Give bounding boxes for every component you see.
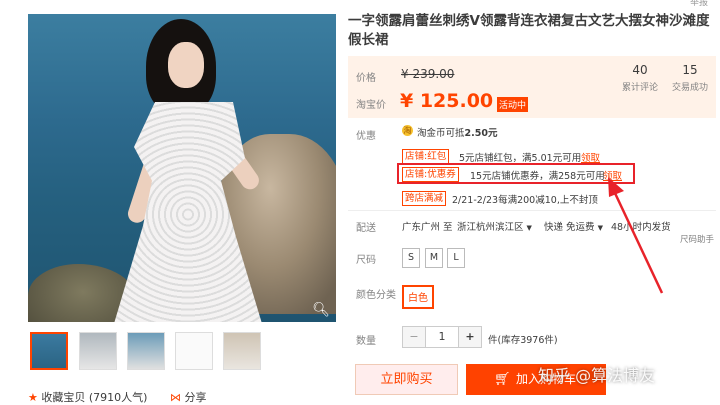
buy-now-button[interactable]: 立即购买 [355, 364, 458, 395]
coupon-tag-voucher: 店铺:优惠券 [402, 167, 459, 182]
thumbnail-3[interactable] [127, 332, 165, 370]
model-face [168, 42, 204, 88]
current-price: ¥ 125.00 [400, 90, 494, 112]
size-label: 尺码 [356, 255, 376, 266]
shipping-method-select[interactable]: 快递 免运费 ▼ [544, 219, 603, 233]
quantity-minus-button[interactable]: − [403, 327, 426, 347]
share-icon: ⋈ [170, 391, 181, 404]
annotation-arrow [608, 177, 664, 294]
taobao-price-label: 淘宝价 [356, 100, 386, 111]
size-option-s[interactable]: S [402, 248, 420, 268]
original-price: ¥ 239.00 [401, 67, 455, 81]
coupon-text-redpacket: 5元店铺红包，满5.01元可用 [459, 153, 582, 164]
coupon-tag-redpacket: 店铺:红包 [402, 149, 450, 164]
thumbnail-5[interactable] [223, 332, 261, 370]
thumbnail-1[interactable] [30, 332, 68, 370]
coin-text: 淘金币可抵2.50元 [417, 128, 498, 139]
trades-count: 15 [682, 63, 698, 77]
trades-label: 交易成功 [671, 83, 708, 93]
color-label: 颜色分类 [356, 290, 396, 301]
size-option-l[interactable]: L [447, 248, 465, 268]
ship-from: 广东广州 至 [402, 222, 453, 233]
quantity-stepper: − 1 + [402, 326, 482, 348]
price-label: 价格 [356, 73, 376, 84]
reviews-label[interactable]: 累计评论 [615, 80, 665, 93]
watermark: 知乎 @算法博友 [538, 366, 656, 385]
zoom-icon[interactable]: 🔍︎ [312, 302, 330, 318]
claim-redpacket-link[interactable]: 领取 [581, 150, 600, 164]
stock-text: 件(库存3976件) [488, 335, 558, 346]
ship-to-select[interactable]: 浙江杭州滨江区 ▼ [457, 219, 532, 233]
report-link[interactable]: 举报 [690, 0, 708, 8]
quantity-label: 数量 [356, 336, 376, 347]
cart-icon: 🛒︎ [494, 372, 511, 387]
chevron-down-icon: ▼ [526, 224, 532, 232]
reviews-count[interactable]: 40 [625, 63, 655, 77]
favorite-label: 收藏宝贝 (7910人气) [41, 391, 148, 404]
star-icon: ★ [28, 391, 38, 404]
size-helper-link[interactable]: 尺码助手 [680, 233, 714, 245]
size-option-m[interactable]: M [425, 248, 443, 268]
coupon-tag-crossstore: 跨店满减 [402, 191, 447, 206]
main-product-image[interactable]: 🔍︎ [28, 14, 336, 322]
benefits-label: 优惠 [356, 131, 376, 142]
promo-badge: 活动中 [497, 97, 529, 112]
coin-icon: 淘 [402, 125, 413, 136]
quantity-input[interactable]: 1 [426, 327, 458, 347]
thumbnail-2[interactable] [79, 332, 117, 370]
thumbnail-4[interactable] [175, 332, 213, 370]
quantity-plus-button[interactable]: + [458, 327, 481, 347]
share-label: 分享 [184, 391, 207, 404]
coupon-text-crossstore: 2/21-2/23每满200减10,上不封顶 [452, 195, 598, 206]
product-title: 一字领露肩蕾丝刺绣V领露背连衣裙复古文艺大摆女神沙滩度假长裙 [348, 13, 710, 48]
delivery-label: 配送 [356, 223, 376, 234]
color-option-white[interactable]: 白色 [402, 285, 434, 309]
coupon-text-voucher: 15元店铺优惠券，满258元可用 [470, 171, 605, 182]
